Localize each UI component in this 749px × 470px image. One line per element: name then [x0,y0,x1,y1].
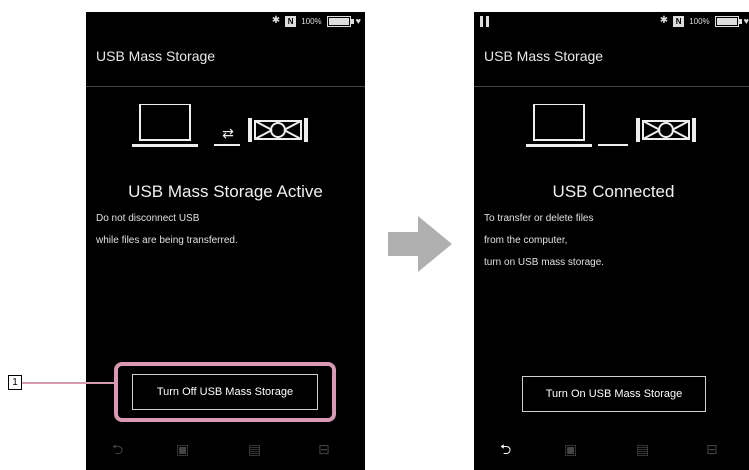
right-screen: ✱ N 100% ♥ USB Mass Storage USB Connecte… [474,12,749,470]
status-heading: USB Mass Storage Active [128,182,323,201]
description-line: turn on USB mass storage. [484,257,605,268]
description-line: Do not disconnect USB [96,213,200,224]
back-icon[interactable]: ⮌ [112,442,123,456]
description-line: while files are being transferred. [96,235,238,246]
page-title: USB Mass Storage [96,48,216,64]
battery-text: 100% [689,16,710,26]
library-icon[interactable]: ▣ [564,442,577,456]
connection-arrows-icon: ⇄ [214,126,240,146]
playlist-icon[interactable]: ▤ [636,442,649,456]
callout-line [22,382,116,384]
arrow-icon [388,216,452,272]
library-icon[interactable]: ▣ [176,442,189,456]
description-line: from the computer, [484,235,568,246]
callout-number: 1 [8,375,22,390]
turn-on-usb-mass-storage-button[interactable]: Turn On USB Mass Storage [522,376,706,412]
status-heading: USB Connected [552,182,675,201]
button-highlight [114,362,336,422]
title-divider [474,86,749,87]
usb-illustration: ⇄ [132,104,308,147]
bluetooth-icon: ✱ [271,15,281,26]
title-divider [86,86,365,87]
headphone-icon: ♥ [355,16,361,26]
status-bar: ✱ N 100% ♥ [86,12,365,32]
bluetooth-icon: ✱ [659,15,669,26]
headphone-icon: ♥ [743,16,749,26]
status-description: To transfer or delete files from the com… [484,208,604,274]
toolbox-icon[interactable]: ⊟ [706,442,718,456]
player-icon [636,118,696,142]
status-icons: ✱ N 100% ♥ [272,15,361,27]
nfc-icon: N [285,15,297,27]
playlist-icon[interactable]: ▤ [248,442,261,456]
toolbox-icon[interactable]: ⊟ [318,442,330,456]
connection-symbol: ⇄ [222,126,234,142]
player-icon [248,118,308,142]
status-description: Do not disconnect USB while files are be… [96,208,238,252]
battery-text: 100% [301,16,322,26]
laptop-icon [526,104,592,147]
back-icon[interactable]: ⮌ [500,442,511,456]
battery-icon [714,15,742,27]
status-bar: ✱ N 100% ♥ [474,12,749,32]
laptop-icon [132,104,198,147]
status-icons: ✱ N 100% ♥ [660,15,749,27]
connection-line-icon [598,144,628,146]
description-line: To transfer or delete files [484,213,594,224]
nfc-icon: N [673,15,685,27]
bottom-nav: ⮌ ▣ ▤ ⊟ [86,430,365,470]
battery-icon [326,15,354,27]
usb-illustration [526,104,696,147]
page-title: USB Mass Storage [484,48,604,64]
bottom-nav: ⮌ ▣ ▤ ⊟ [474,430,749,470]
pause-icon [480,16,490,27]
